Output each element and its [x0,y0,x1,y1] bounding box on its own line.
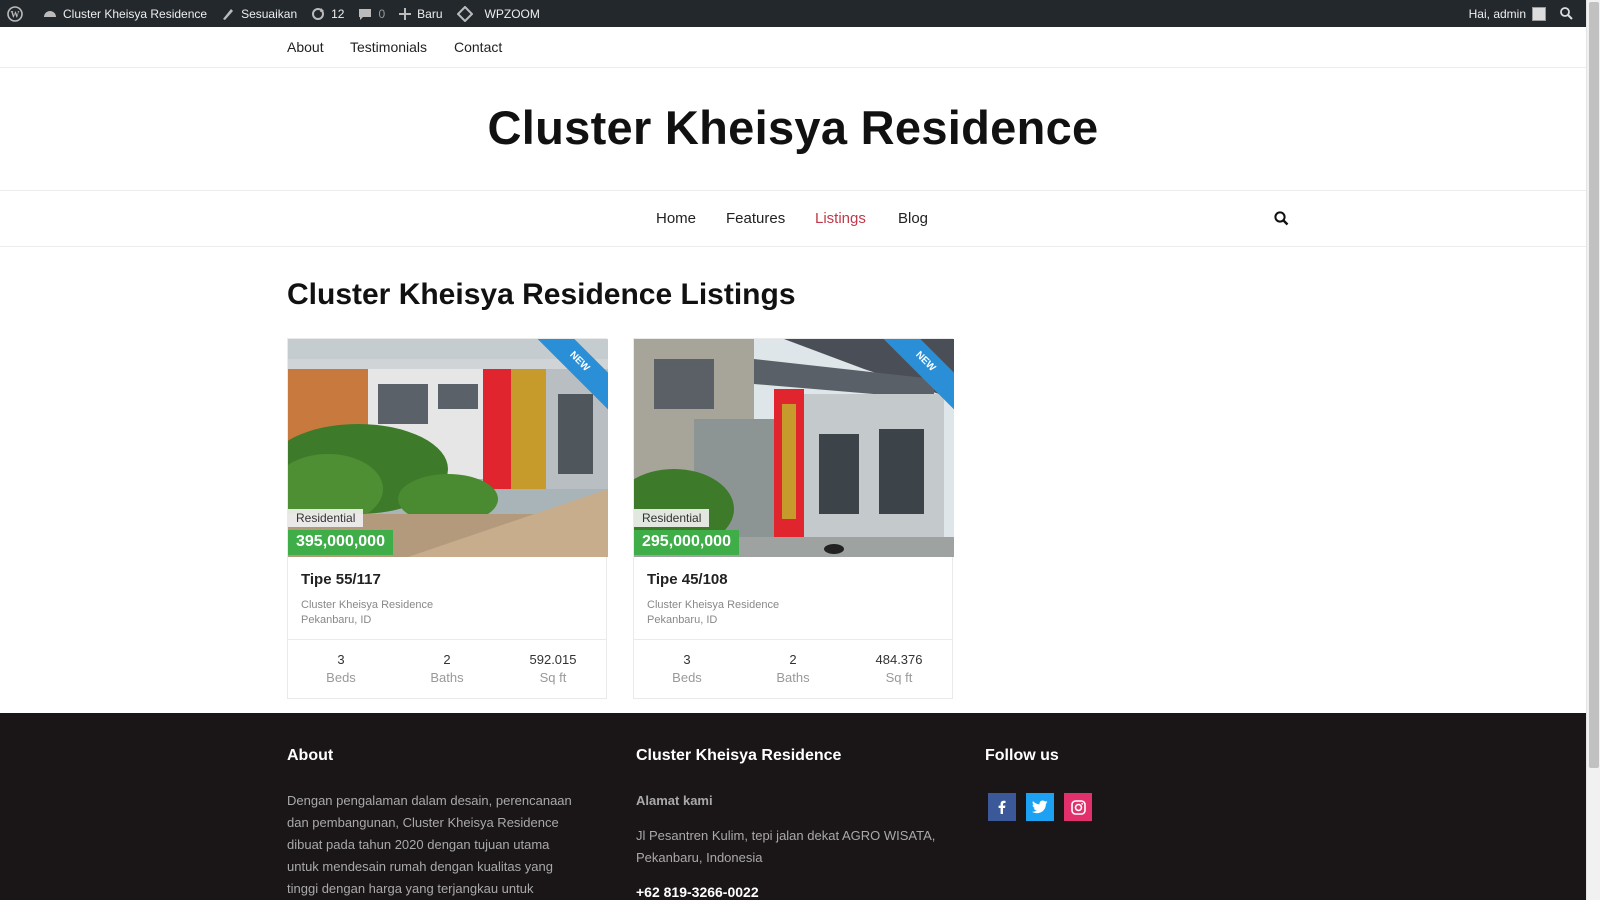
admin-bar-comments[interactable]: 0 [351,0,392,27]
listing-location-line1: Cluster Kheisya Residence [647,599,780,611]
twitter-button[interactable] [1026,793,1054,821]
baths-value: 2 [789,652,797,667]
sqft-label: Sq ft [885,670,913,685]
listing-location-line2: Pekanbaru, ID [647,614,718,626]
listing-location: Cluster Kheisya Residence Pekanbaru, ID [647,598,779,628]
listing-stats: 3 Beds 2 Baths 592.015 Sq ft [288,639,606,699]
beds-value: 3 [337,652,345,667]
admin-bar-customize[interactable]: Sesuaikan [214,0,304,27]
admin-bar-customize-label: Sesuaikan [241,6,298,21]
sqft-label: Sq ft [539,670,567,685]
footer-about-text: Dengan pengalaman dalam desain, perencan… [287,790,597,900]
page-title: Cluster Kheisya Residence Listings [287,278,796,311]
listing-location-line1: Cluster Kheisya Residence [301,599,434,611]
search-icon [1560,7,1573,20]
top-nav-contact[interactable]: Contact [454,39,502,55]
wordpress-logo-icon[interactable]: W [0,0,36,27]
stat-beds: 3 Beds [288,640,394,699]
stat-sqft: 592.015 Sq ft [500,640,606,699]
admin-bar-search[interactable] [1553,0,1586,27]
top-nav-testimonials[interactable]: Testimonials [350,39,427,55]
top-navigation: About Testimonials Contact [0,27,1586,68]
dashboard-icon [44,10,56,17]
listing-stats: 3 Beds 2 Baths 484.376 Sq ft [634,639,952,699]
price-badge: 395,000,000 [288,530,393,555]
avatar [1532,6,1546,21]
listing-photo[interactable]: NEW Residential 395,000,000 [288,339,608,557]
stat-baths: 2 Baths [740,640,846,699]
nav-features[interactable]: Features [726,210,785,227]
scrollbar-thumb[interactable] [1589,2,1599,768]
header-search-button[interactable] [1274,211,1289,231]
updates-icon [312,7,325,20]
admin-bar-new-label: Baru [417,6,443,21]
price-badge: 295,000,000 [634,530,739,555]
admin-bar-new[interactable]: Baru [392,0,449,27]
admin-bar-wpzoom[interactable]: WPZOOM [450,0,547,27]
admin-bar-site-link[interactable]: Cluster Kheisya Residence [36,0,214,27]
property-type-badge: Residential [288,509,364,527]
footer-contact-heading: Cluster Kheisya Residence [636,747,842,764]
nav-listings[interactable]: Listings [815,210,866,227]
footer-address: Jl Pesantren Kulim, tepi jalan dekat AGR… [636,825,966,869]
footer-about-heading: About [287,747,334,764]
admin-bar: W Cluster Kheisya Residence Sesuaikan 12… [0,0,1586,27]
footer-about-line: tinggi dengan harga yang terjangkau untu… [287,881,534,896]
baths-label: Baths [430,670,464,685]
twitter-icon [1032,800,1048,814]
footer-about-line: Dengan pengalaman dalam desain, perencan… [287,793,572,808]
search-icon [1274,211,1289,226]
beds-value: 3 [683,652,691,667]
footer-about-line: dibuat pada tahun 2020 dengan tujuan uta… [287,837,550,852]
admin-bar-updates-count: 12 [331,6,345,21]
beds-label: Beds [326,670,356,685]
baths-value: 2 [443,652,451,667]
footer-about-line: untuk mendesain rumah dengan kualitas ya… [287,859,553,874]
footer-about-line: dan pembangunan, Cluster Kheisya Residen… [287,815,559,830]
beds-label: Beds [672,670,702,685]
svg-text:W: W [11,9,20,19]
facebook-icon [998,800,1006,814]
admin-bar-wpzoom-label: WPZOOM [484,6,540,21]
nav-blog[interactable]: Blog [898,210,928,227]
stat-baths: 2 Baths [394,640,500,699]
plus-icon [399,7,412,20]
main-navigation: Home Features Listings Blog [0,190,1586,247]
instagram-icon [1070,799,1086,815]
site-title[interactable]: Cluster Kheisya Residence [0,100,1586,155]
admin-bar-greeting: Hai, admin [1468,6,1526,21]
facebook-button[interactable] [988,793,1016,821]
site-footer: About Dengan pengalaman dalam desain, pe… [0,713,1586,900]
footer-follow-heading: Follow us [985,747,1059,764]
wpzoom-diamond-icon [456,5,473,22]
top-nav-about[interactable]: About [287,39,324,55]
listing-photo[interactable]: NEW Residential 295,000,000 [634,339,954,557]
listing-title[interactable]: Tipe 55/117 [301,571,381,588]
footer-address-label: Alamat kami [636,793,713,808]
baths-label: Baths [776,670,810,685]
footer-address-line: Jl Pesantren Kulim, tepi jalan dekat AGR… [636,828,936,843]
page-scrollbar[interactable] [1586,0,1600,900]
brush-icon [223,8,234,20]
admin-bar-updates[interactable]: 12 [304,0,351,27]
stat-sqft: 484.376 Sq ft [846,640,952,699]
listing-card[interactable]: NEW Residential 395,000,000 Tipe 55/117 … [287,338,608,699]
listing-location-line2: Pekanbaru, ID [301,614,372,626]
footer-phone[interactable]: +62 819-3266-0022 [636,884,759,900]
sqft-value: 484.376 [875,652,923,667]
comment-icon [359,8,372,20]
footer-address-line: Pekanbaru, Indonesia [636,850,763,865]
listing-title[interactable]: Tipe 45/108 [647,571,728,588]
listing-card[interactable]: NEW Residential 295,000,000 Tipe 45/108 … [633,338,954,699]
listing-location: Cluster Kheisya Residence Pekanbaru, ID [301,598,433,628]
admin-bar-site-name: Cluster Kheisya Residence [63,6,208,21]
property-type-badge: Residential [634,509,710,527]
sqft-value: 592.015 [529,652,577,667]
instagram-button[interactable] [1064,793,1092,821]
stat-beds: 3 Beds [634,640,740,699]
nav-home[interactable]: Home [656,210,696,227]
admin-bar-account[interactable]: Hai, admin [1462,0,1553,27]
admin-bar-comments-count: 0 [378,6,386,21]
